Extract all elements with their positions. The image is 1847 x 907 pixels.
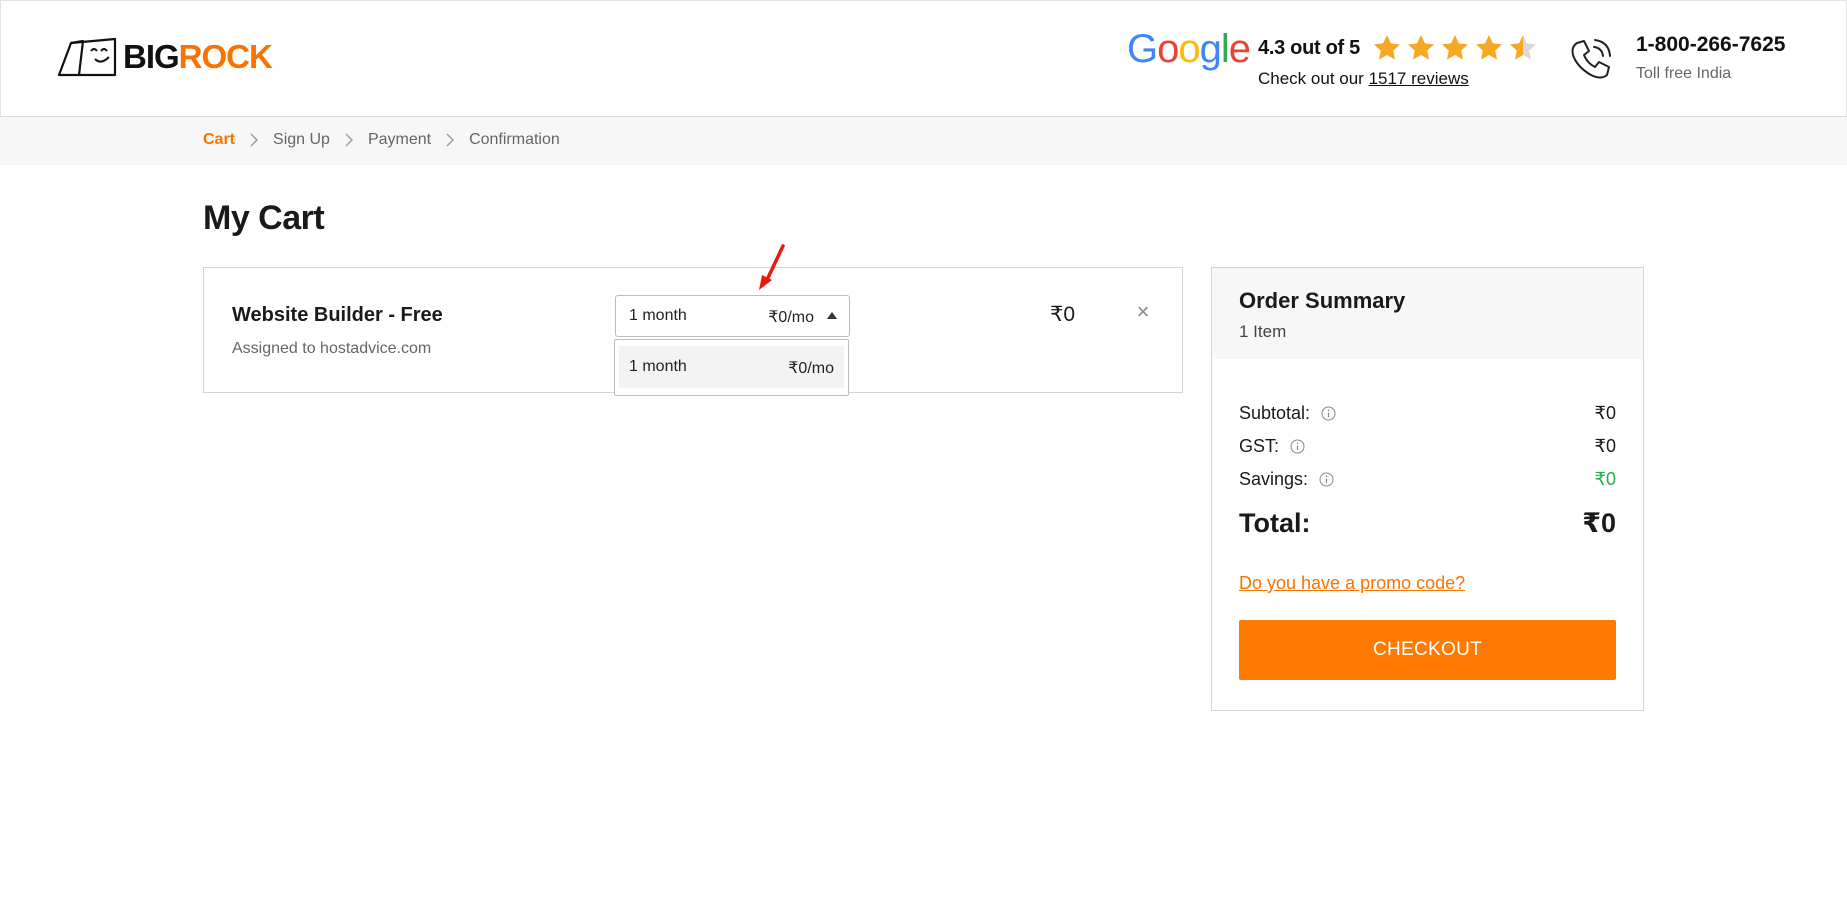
- breadcrumb-sign-up[interactable]: Sign Up: [273, 131, 330, 149]
- phone-number[interactable]: 1-800-266-7625: [1636, 33, 1785, 57]
- bigrock-logo[interactable]: BIGROCK: [57, 37, 273, 77]
- star-icon: [1407, 35, 1434, 60]
- dropdown-option[interactable]: 1 month ₹0/mo: [619, 346, 844, 388]
- rating-stars: [1372, 33, 1542, 63]
- red-arrow-annotation: [759, 244, 785, 290]
- breadcrumb-bar: Cart Sign Up Payment Confirmation: [0, 117, 1847, 165]
- breadcrumb: Cart Sign Up Payment Confirmation: [203, 131, 560, 149]
- term-dropdown-list: 1 month ₹0/mo: [614, 339, 849, 396]
- savings-value: ₹0: [1594, 469, 1616, 489]
- select-price: ₹0/mo: [768, 309, 814, 326]
- select-term: 1 month: [629, 307, 687, 324]
- google-letter: G: [1127, 27, 1158, 71]
- item-assigned-domain: Assigned to hostadvice.com: [232, 340, 432, 357]
- chevron-right-icon: [446, 133, 455, 147]
- star-icon: [1509, 35, 1536, 60]
- subtotal-row: Subtotal: ₹0: [1239, 403, 1616, 424]
- phone-subtitle: Toll free India: [1636, 65, 1732, 82]
- phone-contact: 1-800-266-7625 Toll free India: [1636, 33, 1785, 83]
- star-icon: [1475, 35, 1502, 60]
- savings-label: Savings:: [1239, 469, 1309, 489]
- summary-title: Order Summary: [1239, 288, 1406, 313]
- logo-big: BIG: [123, 38, 180, 75]
- breadcrumb-payment[interactable]: Payment: [368, 131, 431, 149]
- item-name: Website Builder - Free: [232, 304, 443, 326]
- google-letter: o: [1178, 27, 1200, 71]
- reviews-link[interactable]: 1517 reviews: [1369, 69, 1469, 88]
- option-term: 1 month: [629, 358, 687, 375]
- reviews-prefix: Check out our: [1258, 69, 1369, 88]
- item-price: ₹0: [1050, 303, 1076, 326]
- total-label: Total:: [1239, 508, 1311, 538]
- logo-rock: ROCK: [178, 38, 273, 75]
- info-icon[interactable]: [1321, 406, 1336, 421]
- google-letter: g: [1199, 27, 1222, 71]
- total-row: Total: ₹0: [1239, 508, 1616, 539]
- page-title: My Cart: [203, 199, 325, 237]
- chevron-right-icon: [345, 133, 353, 147]
- subtotal-value: ₹0: [1594, 403, 1616, 423]
- star-icon: [1373, 35, 1400, 60]
- rating-text: 4.3 out of 5: [1258, 36, 1360, 59]
- order-summary: Order Summary 1 Item Subtotal: ₹0 GST: ₹…: [1211, 267, 1644, 711]
- total-value: ₹0: [1582, 508, 1616, 538]
- logo-wordmark: BIGROCK: [123, 38, 273, 76]
- summary-item-count: 1 Item: [1239, 322, 1287, 341]
- subtotal-label: Subtotal:: [1239, 403, 1311, 423]
- google-logo: Google: [1127, 27, 1251, 72]
- breadcrumb-confirmation[interactable]: Confirmation: [469, 131, 560, 149]
- site-header: BIGROCK Google 4.3 out of 5 Check out ou…: [0, 0, 1847, 117]
- term-select[interactable]: 1 month ₹0/mo: [615, 295, 850, 337]
- gst-label: GST:: [1239, 436, 1280, 456]
- phone-icon: [1571, 39, 1611, 79]
- caret-up-icon: [827, 312, 837, 319]
- summary-header: Order Summary 1 Item: [1212, 268, 1643, 359]
- star-icon: [1441, 35, 1468, 60]
- breadcrumb-cart[interactable]: Cart: [203, 131, 235, 149]
- google-letter: l: [1220, 27, 1230, 71]
- promo-code-link[interactable]: Do you have a promo code?: [1239, 573, 1465, 594]
- gst-value: ₹0: [1594, 436, 1616, 456]
- google-letter: o: [1157, 27, 1179, 71]
- checkout-button[interactable]: CHECKOUT: [1239, 620, 1616, 680]
- gst-row: GST: ₹0: [1239, 436, 1616, 457]
- info-icon[interactable]: [1290, 439, 1305, 454]
- google-rating: 4.3 out of 5 Check out our 1517 reviews: [1258, 33, 1542, 89]
- remove-item-button[interactable]: ×: [1132, 301, 1154, 323]
- savings-row: Savings: ₹0: [1239, 469, 1616, 490]
- bigrock-logo-icon: [57, 37, 117, 77]
- google-letter: e: [1228, 27, 1251, 71]
- option-price: ₹0/mo: [788, 360, 834, 377]
- reviews-line: Check out our 1517 reviews: [1258, 69, 1542, 89]
- info-icon[interactable]: [1319, 472, 1334, 487]
- chevron-right-icon: [250, 133, 259, 147]
